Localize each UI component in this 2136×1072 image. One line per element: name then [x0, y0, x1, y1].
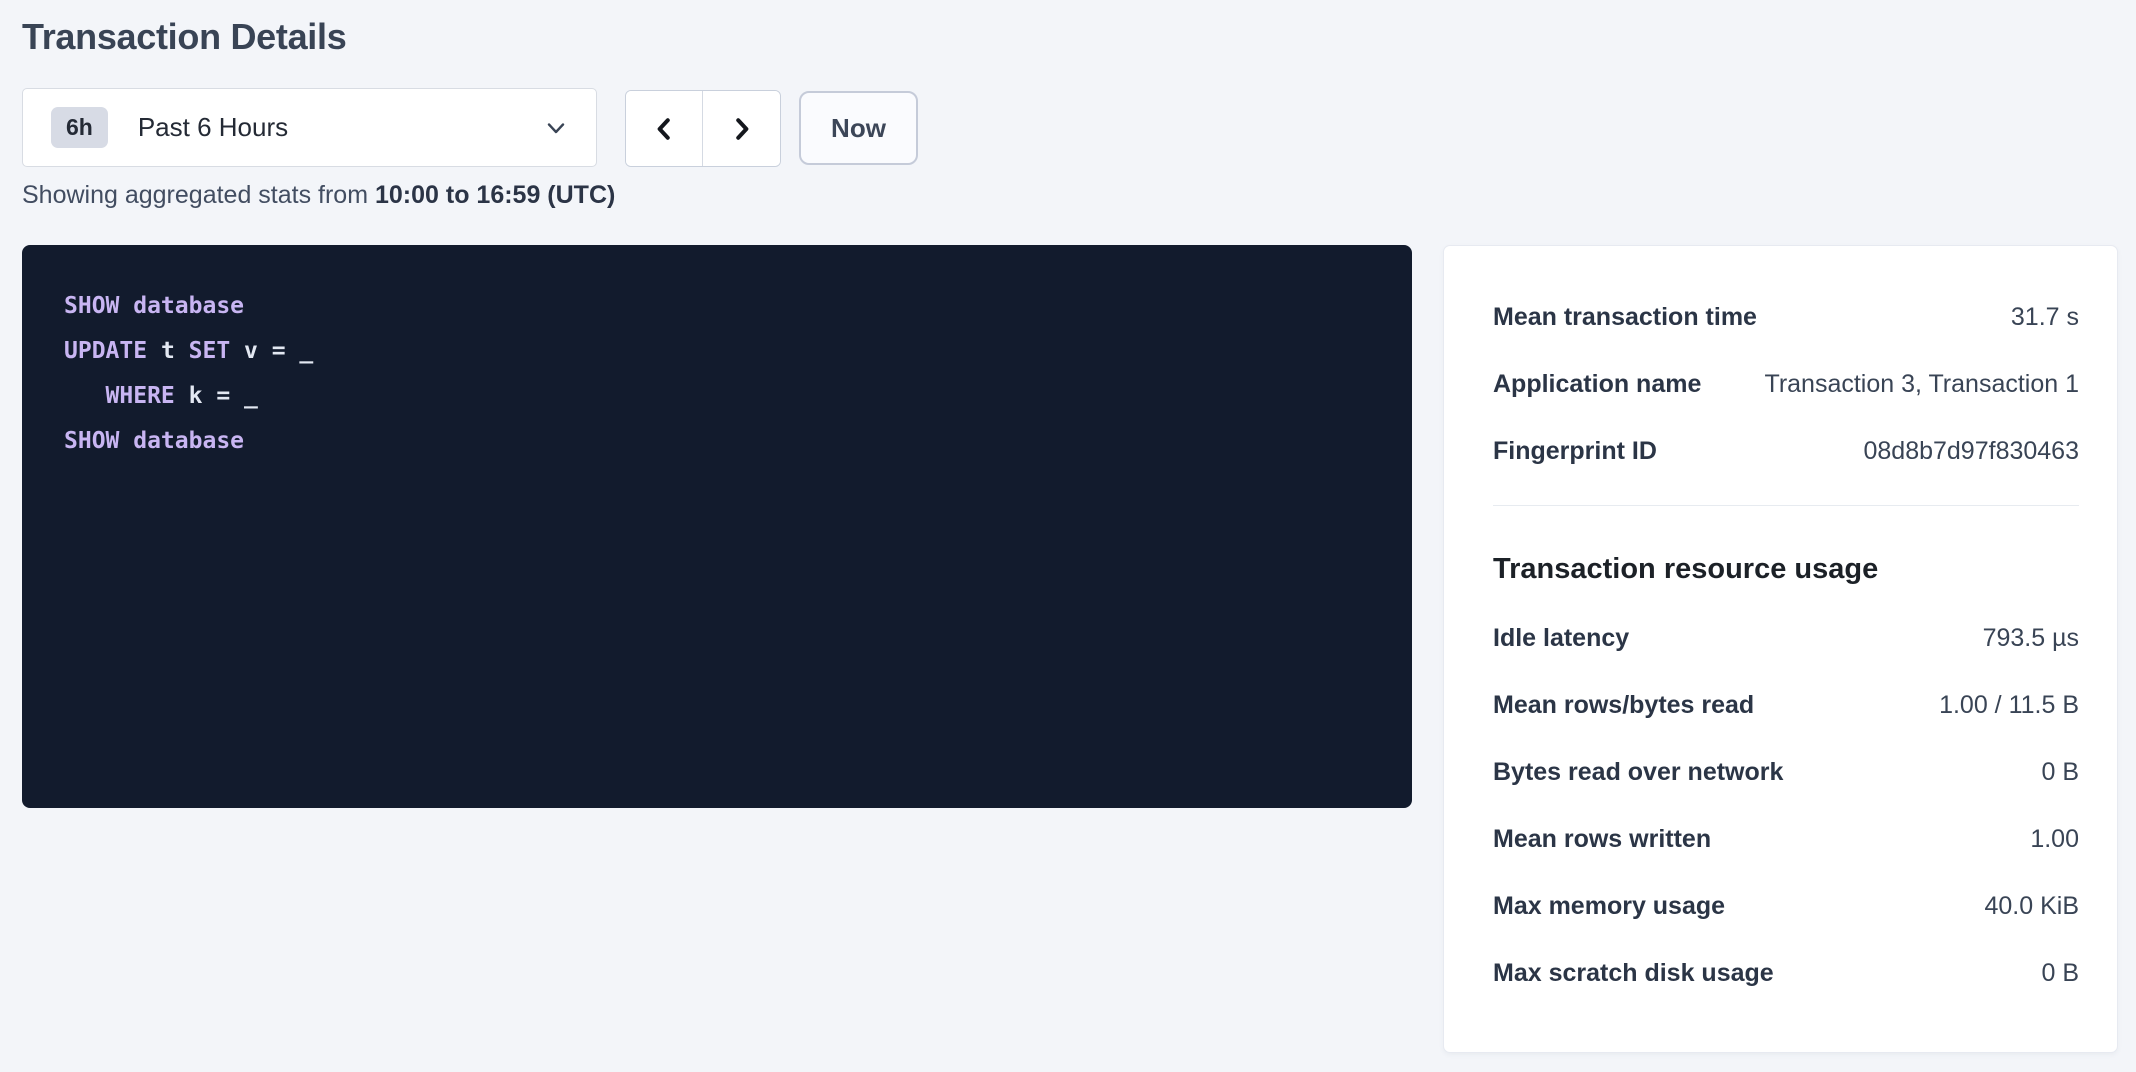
sql-plain-token: v = _	[230, 338, 313, 364]
detail-label: Mean rows/bytes read	[1493, 692, 1774, 718]
aggregation-summary-prefix: Showing aggregated stats from	[22, 181, 375, 209]
transaction-details-card: Mean transaction time 31.7 s Application…	[1443, 245, 2118, 1053]
sql-statement-text: SHOW database UPDATE t SET v = _ WHERE k…	[22, 245, 1412, 503]
chevron-left-icon	[649, 114, 679, 144]
now-button[interactable]: Now	[799, 91, 918, 165]
sql-plain-token: t	[147, 338, 189, 364]
sql-keyword-token: SET	[189, 338, 231, 364]
detail-value: 31.7 s	[2011, 304, 2079, 330]
detail-label: Application name	[1493, 371, 1721, 397]
detail-row: Max memory usage 40.0 KiB	[1493, 893, 2079, 919]
detail-label: Mean rows written	[1493, 826, 1731, 852]
time-step-button-group	[625, 90, 781, 167]
detail-value: 793.5 µs	[1983, 625, 2079, 651]
resource-usage-heading: Transaction resource usage	[1493, 552, 2079, 587]
detail-value: 0 B	[2041, 960, 2079, 986]
sql-keyword-token: WHERE	[106, 383, 175, 409]
prev-interval-button[interactable]	[626, 91, 703, 166]
sql-statement-box: SHOW database UPDATE t SET v = _ WHERE k…	[22, 245, 1412, 808]
sql-plain-token	[64, 383, 106, 409]
detail-value: 0 B	[2041, 759, 2079, 785]
page-title: Transaction Details	[22, 16, 346, 58]
detail-row: Idle latency 793.5 µs	[1493, 625, 2079, 651]
detail-label: Idle latency	[1493, 625, 1649, 651]
chevron-down-icon	[544, 116, 568, 140]
detail-value: 08d8b7d97f830463	[1863, 438, 2079, 464]
sql-keyword-token: SHOW database	[64, 428, 244, 454]
time-controls: 6h Past 6 Hours Now	[22, 88, 918, 167]
detail-row: Mean rows written 1.00	[1493, 826, 2079, 852]
chevron-right-icon	[727, 114, 757, 144]
detail-label: Bytes read over network	[1493, 759, 1803, 785]
detail-row: Application name Transaction 3, Transact…	[1493, 371, 2079, 397]
detail-label: Fingerprint ID	[1493, 438, 1677, 464]
detail-value: 40.0 KiB	[1984, 893, 2079, 919]
detail-label: Max memory usage	[1493, 893, 1745, 919]
detail-row: Bytes read over network 0 B	[1493, 759, 2079, 785]
time-range-badge: 6h	[51, 107, 108, 148]
detail-row: Mean rows/bytes read 1.00 / 11.5 B	[1493, 692, 2079, 718]
detail-value: 1.00 / 11.5 B	[1939, 692, 2079, 718]
sql-keyword-token: SHOW database	[64, 293, 244, 319]
sql-plain-token: k = _	[175, 383, 258, 409]
detail-row: Fingerprint ID 08d8b7d97f830463	[1493, 438, 2079, 464]
detail-label: Mean transaction time	[1493, 304, 1777, 330]
time-range-label: Past 6 Hours	[138, 112, 288, 143]
next-interval-button[interactable]	[703, 91, 780, 166]
time-range-dropdown[interactable]: 6h Past 6 Hours	[22, 88, 597, 167]
aggregation-summary: Showing aggregated stats from 10:00 to 1…	[22, 181, 615, 210]
card-divider	[1493, 505, 2079, 506]
aggregation-summary-range: 10:00 to 16:59 (UTC)	[375, 181, 615, 209]
detail-label: Max scratch disk usage	[1493, 960, 1794, 986]
detail-row: Mean transaction time 31.7 s	[1493, 304, 2079, 330]
detail-value: 1.00	[2030, 826, 2079, 852]
detail-value: Transaction 3, Transaction 1	[1764, 371, 2079, 397]
sql-keyword-token: UPDATE	[64, 338, 147, 364]
detail-row: Max scratch disk usage 0 B	[1493, 960, 2079, 986]
